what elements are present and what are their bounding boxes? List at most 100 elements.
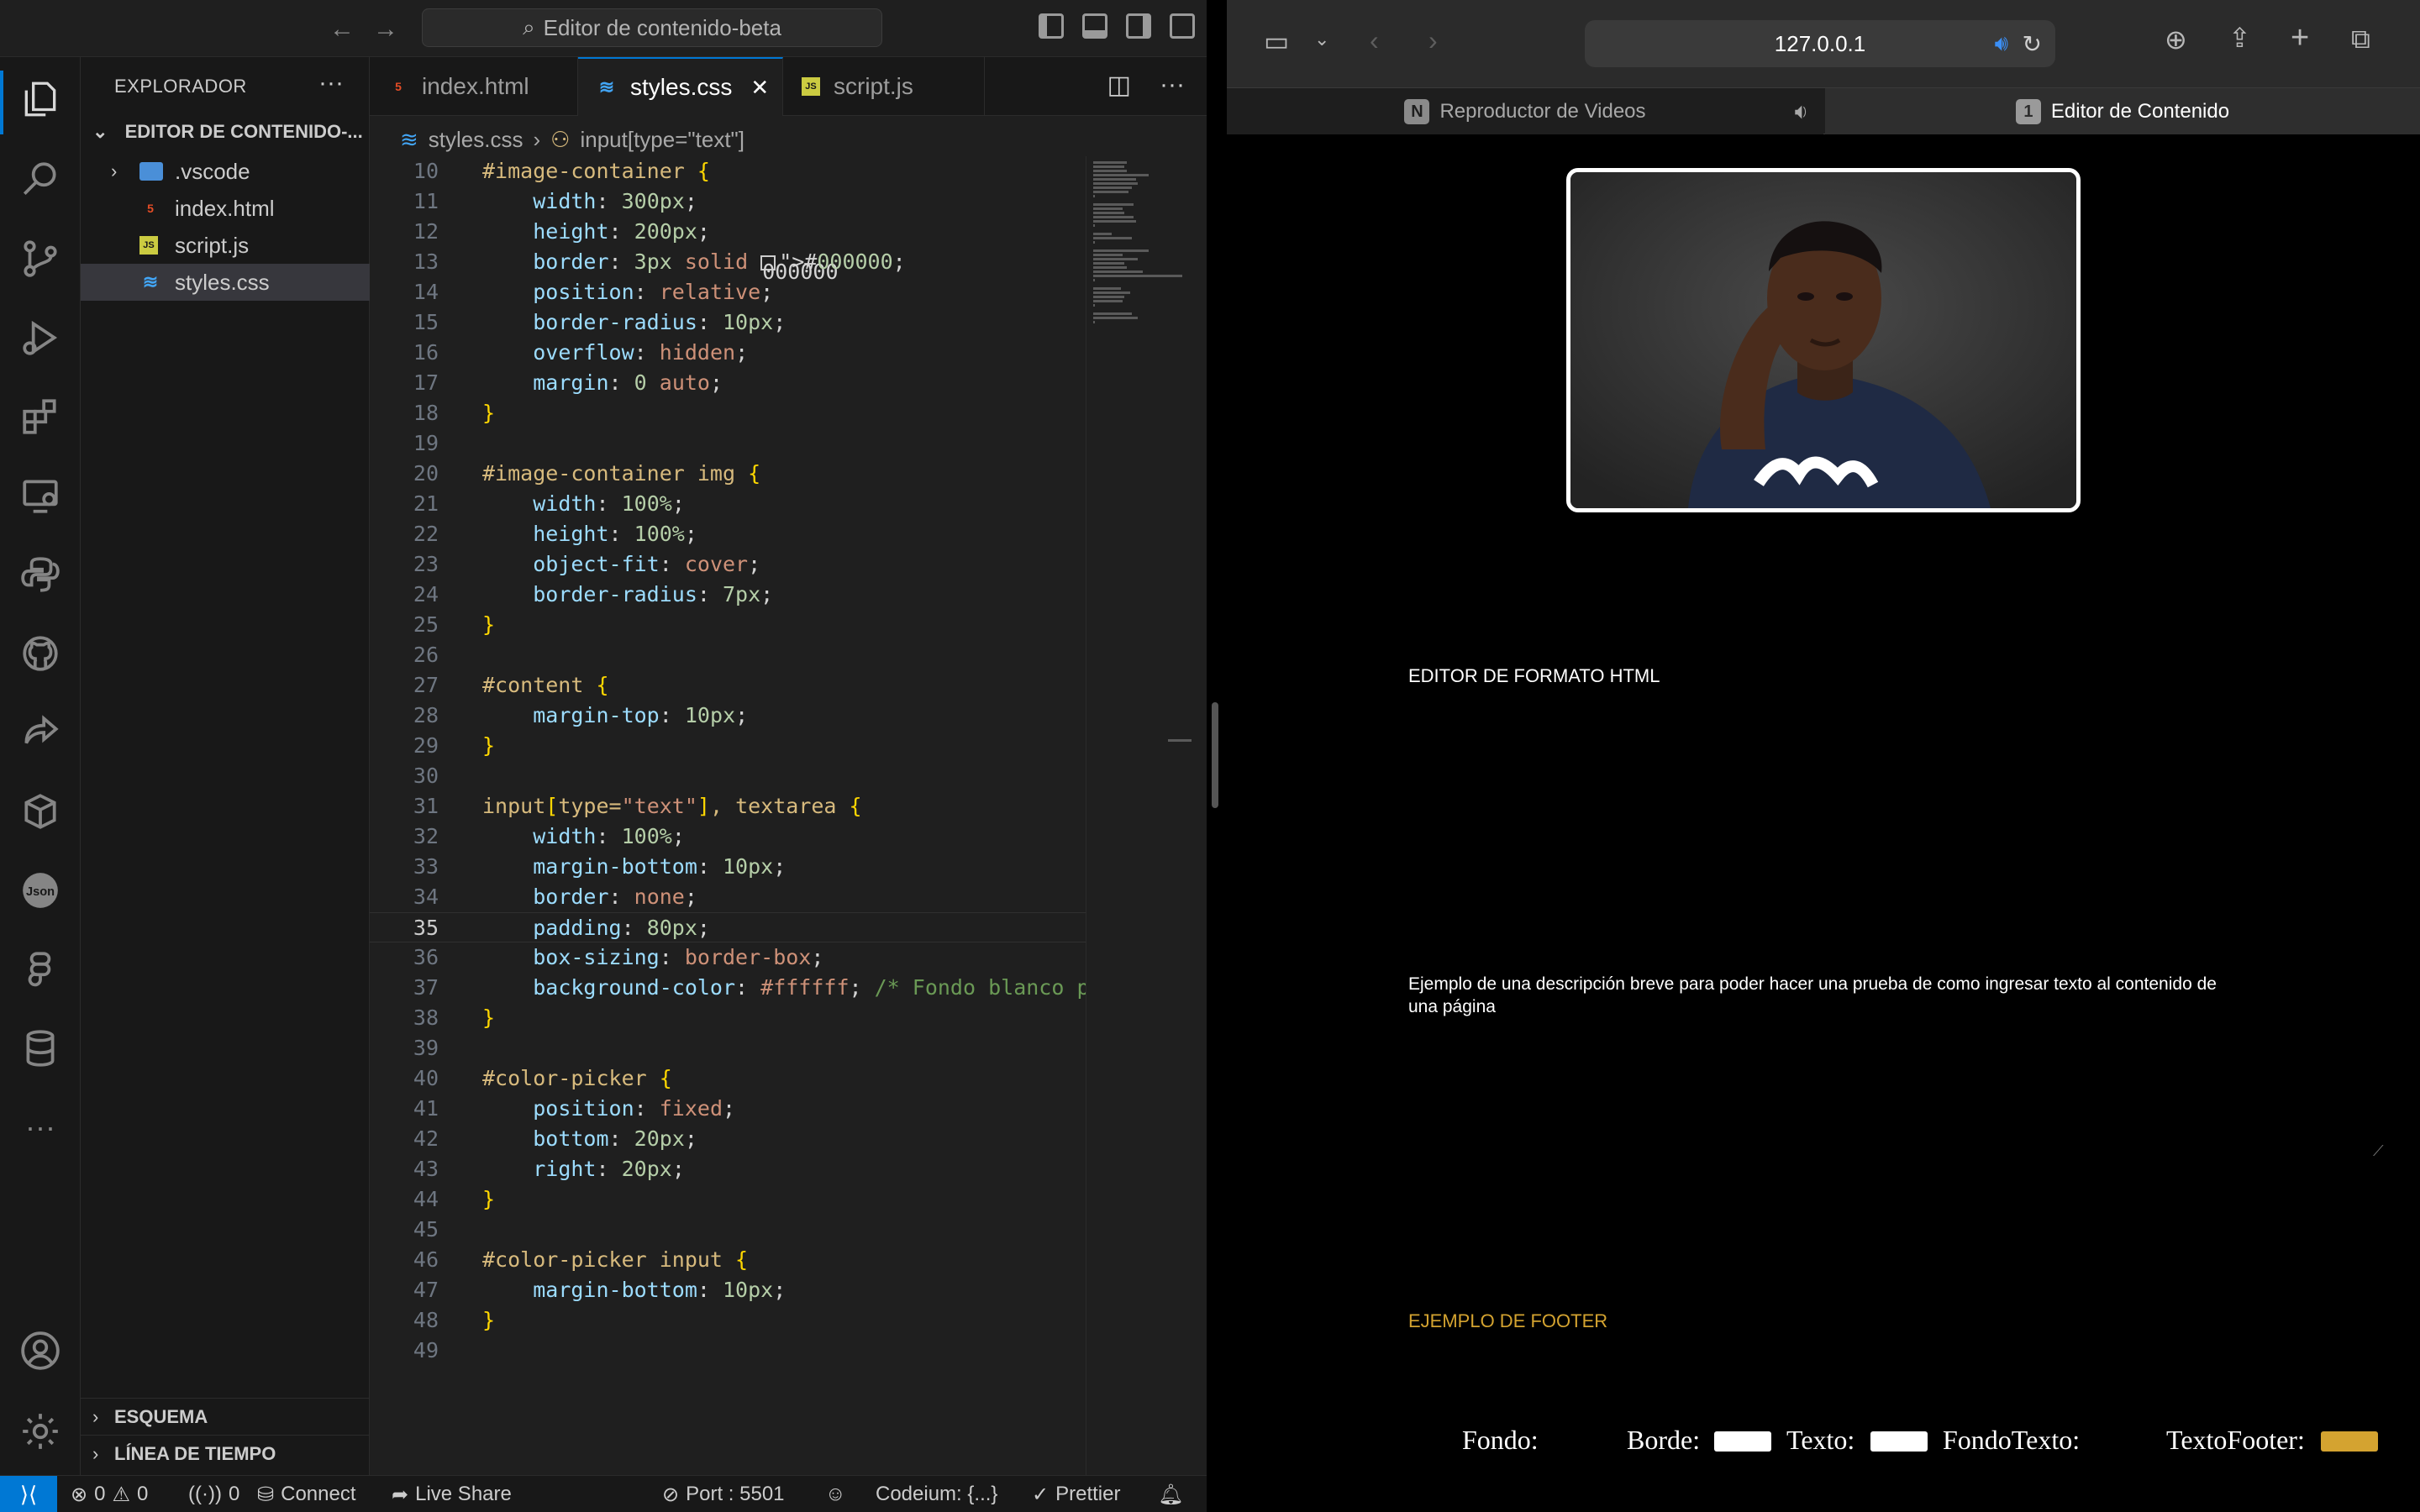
speaker-icon[interactable]: 🔉︎ <box>1795 98 1808 125</box>
github-icon[interactable] <box>17 630 64 677</box>
remote-explorer-icon[interactable] <box>17 472 64 519</box>
tree-item-vscode[interactable]: › .vscode <box>81 153 370 190</box>
tab-reproductor-videos[interactable]: N Reproductor de Videos 🔉︎ <box>1227 88 1823 135</box>
code-line[interactable]: 13 border: 3px solid 000000">#000000; <box>370 247 1086 284</box>
split-editor-icon[interactable]: ◫ <box>1107 71 1131 100</box>
connect-status[interactable]: ⛁ Connect <box>257 1476 356 1512</box>
close-icon[interactable]: ✕ <box>750 75 769 101</box>
code-line[interactable]: 42 bottom: 20px; <box>370 1124 1086 1154</box>
textofooter-color-input[interactable] <box>2321 1431 2378 1452</box>
breadcrumb-symbol[interactable]: input[type="text"] <box>580 127 744 153</box>
code-line[interactable]: 10 #image-container { <box>370 156 1086 186</box>
figma-icon[interactable] <box>17 946 64 993</box>
code-line[interactable]: 39 <box>370 1033 1086 1063</box>
chevron-down-icon[interactable]: ⌄ <box>1314 29 1329 50</box>
divider-grip[interactable] <box>1212 702 1218 808</box>
account-icon[interactable] <box>17 1327 64 1374</box>
command-center[interactable]: ⌕ Editor de contenido-beta <box>422 8 882 47</box>
outline-section[interactable]: › ESQUEMA <box>81 1398 370 1435</box>
code-line[interactable]: 20 #image-container img { <box>370 459 1086 489</box>
problems-status[interactable]: ⊗ 0 ⚠ 0 <box>71 1476 148 1512</box>
code-line[interactable]: 44} <box>370 1184 1086 1215</box>
code-area[interactable]: 10 #image-container {11 width: 300px; 12 h… <box>370 156 1086 1475</box>
code-line[interactable]: 18} <box>370 398 1086 428</box>
split-divider[interactable] <box>1207 0 1227 1512</box>
code-line[interactable]: 19 <box>370 428 1086 459</box>
fondotexto-color-input[interactable] <box>2094 1431 2151 1452</box>
forward-arrow-icon[interactable]: → <box>373 15 398 44</box>
customize-layout-icon[interactable] <box>1170 13 1195 39</box>
remote-indicator-icon[interactable]: ⟩⟨ <box>0 1476 57 1512</box>
code-line[interactable]: 31 input[type="text"], textarea { <box>370 791 1086 822</box>
tree-item-styles-css[interactable]: ≋ styles.css <box>81 264 370 301</box>
breadcrumb-file[interactable]: styles.css <box>429 127 523 153</box>
live-share-icon[interactable] <box>17 709 64 756</box>
code-line[interactable]: 23 object-fit: cover; <box>370 549 1086 580</box>
code-line[interactable]: 25} <box>370 610 1086 640</box>
toggle-secondary-sidebar-icon[interactable] <box>1126 13 1151 39</box>
port-status[interactable]: ⊘ Port : 5501 <box>662 1476 785 1512</box>
page-description[interactable]: Ejemplo de una descripción breve para po… <box>1408 973 2249 1018</box>
code-line[interactable]: 14 position: relative; <box>370 277 1086 307</box>
code-line[interactable]: 41 position: fixed; <box>370 1094 1086 1124</box>
live-share-status[interactable]: ➦ Live Share <box>392 1476 512 1512</box>
address-bar[interactable]: 127.0.0.1 🔊︎ ↻ <box>1585 20 2055 67</box>
code-line[interactable]: 26 <box>370 640 1086 670</box>
explorer-more-icon[interactable]: ··· <box>318 69 344 97</box>
code-line[interactable]: 15 border-radius: 10px; <box>370 307 1086 338</box>
code-line[interactable]: 46 #color-picker input { <box>370 1245 1086 1275</box>
run-debug-icon[interactable] <box>17 314 64 361</box>
textarea-resize-handle-icon[interactable]: ⟋ <box>2373 1142 2384 1160</box>
reload-icon[interactable]: ↻ <box>2023 30 2042 58</box>
minimap[interactable] <box>1086 156 1192 1475</box>
tab-styles-css[interactable]: ≋ styles.css ✕ <box>578 57 783 116</box>
code-line[interactable]: 16 overflow: hidden; <box>370 338 1086 368</box>
json-icon[interactable]: Json <box>17 867 64 914</box>
code-line[interactable]: 32 width: 100%; <box>370 822 1086 852</box>
tree-item-index-html[interactable]: 5 index.html <box>81 190 370 227</box>
code-line[interactable]: 21 width: 100%; <box>370 489 1086 519</box>
page-title[interactable]: EDITOR DE FORMATO HTML <box>1408 665 1660 687</box>
timeline-section[interactable]: › LÍNEA DE TIEMPO <box>81 1435 370 1472</box>
share-icon[interactable]: ⇪ <box>2228 22 2251 54</box>
package-icon[interactable] <box>17 788 64 835</box>
search-icon[interactable] <box>17 156 64 203</box>
code-line[interactable]: 28 margin-top: 10px; <box>370 701 1086 731</box>
back-arrow-icon[interactable]: ← <box>329 15 355 44</box>
explorer-icon[interactable] <box>17 76 64 123</box>
prettier-status[interactable]: ✓ Prettier <box>1032 1476 1120 1512</box>
code-line[interactable]: 43 right: 20px; <box>370 1154 1086 1184</box>
settings-gear-icon[interactable] <box>17 1408 64 1455</box>
tab-script-js[interactable]: JS script.js <box>783 57 985 116</box>
code-line[interactable]: 33 margin-bottom: 10px; <box>370 852 1086 882</box>
code-line[interactable]: 38} <box>370 1003 1086 1033</box>
texto-color-input[interactable] <box>1870 1431 1928 1452</box>
new-tab-plus-icon[interactable]: + <box>2291 20 2309 56</box>
code-line[interactable]: 36 box-sizing: border-box; <box>370 942 1086 973</box>
toggle-panel-icon[interactable] <box>1082 13 1107 39</box>
ports-status[interactable]: ((·)) 0 <box>188 1476 239 1512</box>
page-footer[interactable]: EJEMPLO DE FOOTER <box>1408 1310 1607 1332</box>
tab-overview-icon[interactable]: ⧉ <box>2351 24 2370 55</box>
toggle-primary-sidebar-icon[interactable] <box>1039 13 1064 39</box>
code-line[interactable]: 29} <box>370 731 1086 761</box>
code-line[interactable]: 49 <box>370 1336 1086 1366</box>
code-line[interactable]: 12 height: 200px; <box>370 217 1086 247</box>
fondo-color-input[interactable] <box>1549 1431 1607 1452</box>
code-line[interactable]: 35 padding: 80px; <box>370 912 1086 942</box>
tab-editor-contenido[interactable]: 1 Editor de Contenido <box>1825 88 2420 135</box>
code-line[interactable]: 40 #color-picker { <box>370 1063 1086 1094</box>
copilot-icon[interactable]: ☺ <box>825 1476 846 1512</box>
notifications-bell-icon[interactable]: 🔔︎ <box>1158 1476 1183 1512</box>
borde-color-input[interactable] <box>1714 1431 1771 1452</box>
source-control-icon[interactable] <box>17 235 64 282</box>
code-line[interactable]: 48} <box>370 1305 1086 1336</box>
code-line[interactable]: 30 <box>370 761 1086 791</box>
tree-item-script-js[interactable]: JS script.js <box>81 227 370 264</box>
code-line[interactable]: 27 #content { <box>370 670 1086 701</box>
python-icon[interactable] <box>17 551 64 598</box>
code-line[interactable]: 47 margin-bottom: 10px; <box>370 1275 1086 1305</box>
back-icon[interactable]: ‹ <box>1370 25 1379 56</box>
workspace-folder[interactable]: ⌄ EDITOR DE CONTENIDO-... <box>92 121 363 143</box>
more-icon[interactable]: ··· <box>17 1104 64 1151</box>
